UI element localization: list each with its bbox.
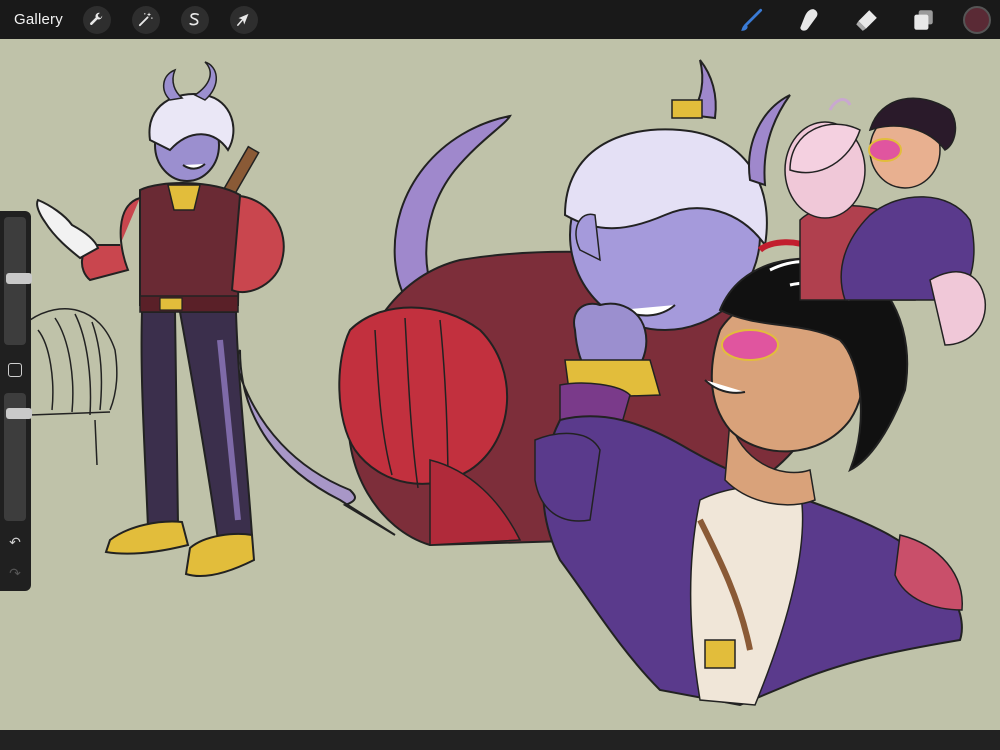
selection-button[interactable]: [180, 5, 209, 34]
arrow-cursor-icon: [237, 13, 249, 26]
eraser-tool-button[interactable]: [849, 3, 883, 37]
brush-sidebar: ↶ ↷: [0, 211, 32, 591]
layers-button[interactable]: [906, 3, 940, 37]
smudge-icon: [800, 8, 818, 31]
brush-size-slider[interactable]: [4, 217, 32, 345]
gallery-button[interactable]: Gallery: [14, 11, 63, 28]
smudge-tool-button[interactable]: [792, 3, 826, 37]
eraser-icon: [856, 9, 877, 31]
color-picker-button[interactable]: [963, 5, 991, 34]
modify-button[interactable]: [8, 363, 22, 377]
undo-icon[interactable]: ↶: [6, 534, 24, 550]
actions-button[interactable]: [82, 5, 111, 34]
layers-icon: [914, 9, 933, 30]
opacity-slider[interactable]: [4, 393, 32, 521]
full-body-character-sketch: [29, 61, 396, 578]
brush-icon: [741, 8, 763, 31]
opacity-slider-thumb[interactable]: [6, 408, 32, 420]
selection-s-icon: [189, 12, 200, 26]
transform-button[interactable]: [229, 5, 258, 34]
redo-icon[interactable]: ↷: [6, 565, 24, 581]
bottom-bar: [0, 730, 1000, 750]
magic-wand-icon: [139, 12, 154, 27]
drawing-canvas[interactable]: [0, 39, 1000, 730]
adjustments-button[interactable]: [131, 5, 160, 34]
artwork: [29, 59, 986, 707]
brush-size-slider-thumb[interactable]: [6, 273, 32, 285]
brush-tool-button[interactable]: [735, 3, 769, 37]
top-toolbar: Gallery: [0, 0, 1000, 39]
wrench-icon: [90, 12, 103, 25]
